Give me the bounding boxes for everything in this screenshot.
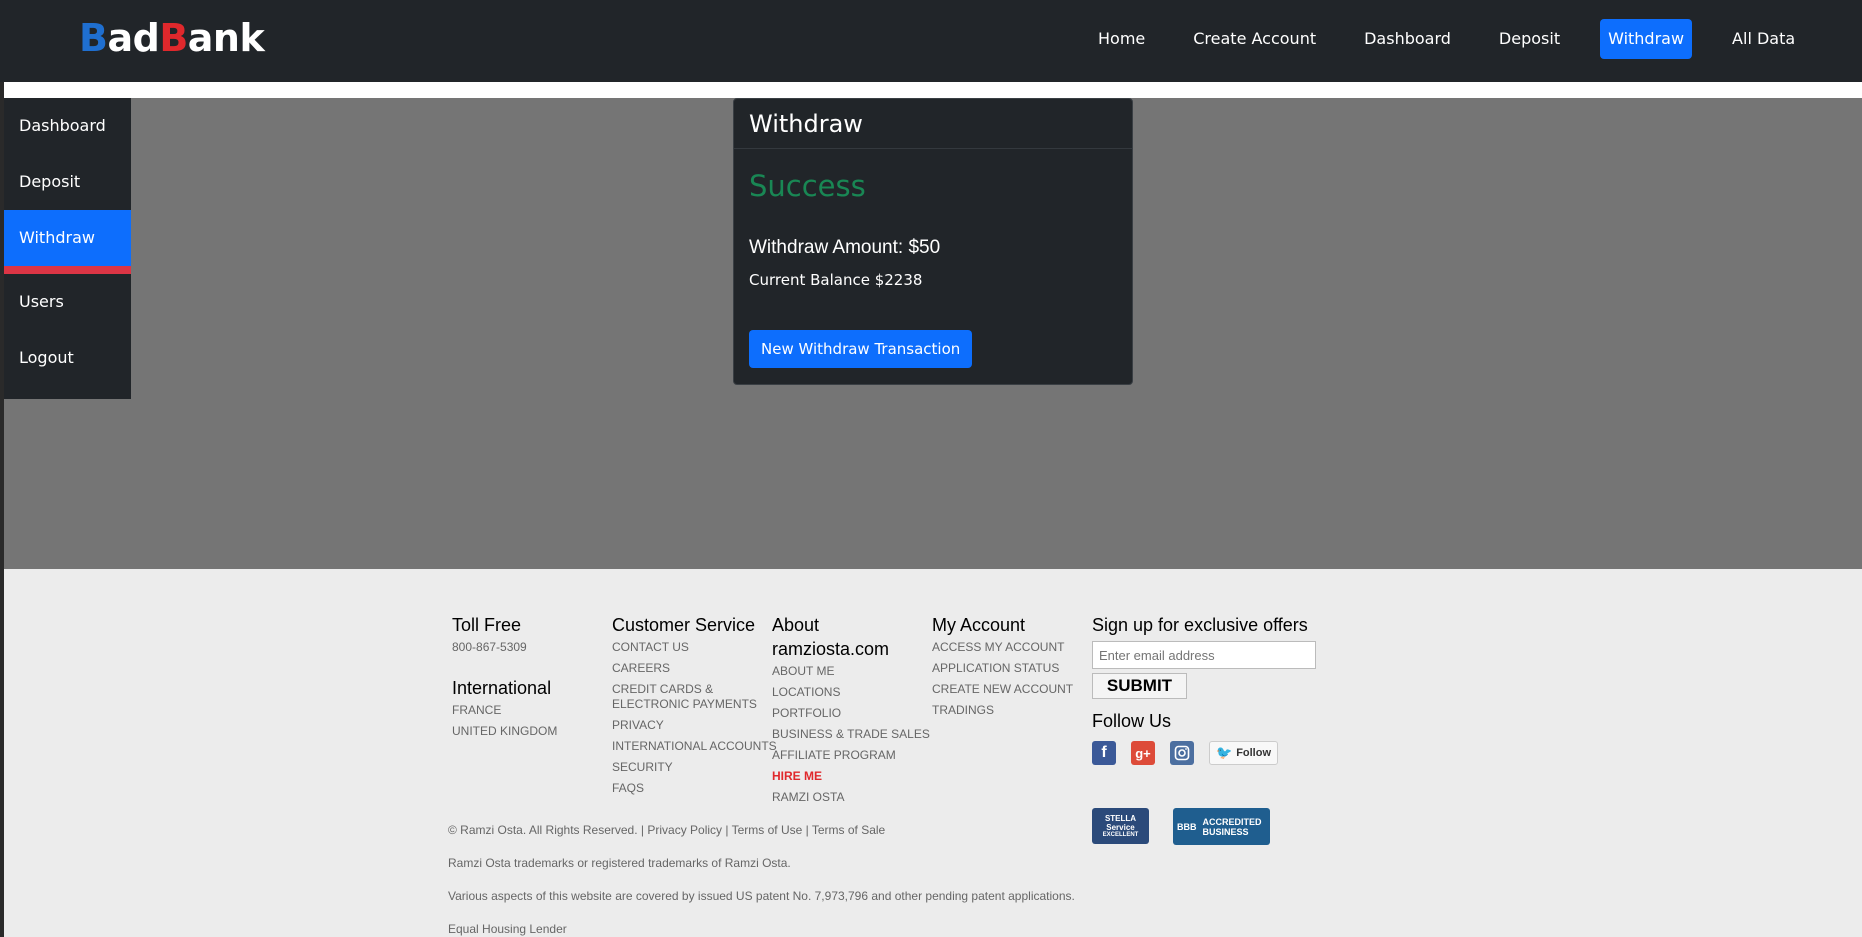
card-title: Withdraw — [734, 99, 1132, 149]
equal-housing-text: Equal Housing Lender — [448, 922, 567, 936]
link-application-status[interactable]: APPLICATION STATUS — [932, 658, 1073, 679]
footer-col-toll-free: Toll Free 800-867-5309 International FRA… — [452, 613, 557, 742]
submit-button[interactable]: SUBMIT — [1092, 673, 1187, 699]
footer-col-customer-service: Customer Service CONTACT US CAREERS CRED… — [612, 613, 777, 799]
sidebar-item-logout[interactable]: Logout — [4, 330, 131, 386]
nav-links: Home Create Account Dashboard Deposit Wi… — [1090, 19, 1835, 59]
footer-col-my-account: My Account ACCESS MY ACCOUNT APPLICATION… — [932, 613, 1073, 721]
customer-service-heading: Customer Service — [612, 615, 756, 635]
social-links: f g+ 🐦 Follow — [1092, 741, 1316, 765]
link-international-accounts[interactable]: INTERNATIONAL ACCOUNTS — [612, 736, 777, 757]
new-withdraw-button[interactable]: New Withdraw Transaction — [749, 330, 973, 368]
twitter-icon: 🐦 — [1216, 745, 1233, 760]
footer-col-signup: Sign up for exclusive offers SUBMIT Foll… — [1092, 613, 1316, 765]
trademark-text: Ramzi Osta trademarks or registered trad… — [448, 856, 791, 870]
status-message: Success — [749, 169, 866, 203]
google-plus-icon[interactable]: g+ — [1131, 741, 1155, 765]
bbb-logo: BBB — [1177, 821, 1197, 832]
link-affiliate-program[interactable]: AFFILIATE PROGRAM — [772, 745, 930, 766]
link-tradings[interactable]: TRADINGS — [932, 700, 1073, 721]
withdraw-amount: Withdraw Amount: $50 — [749, 237, 941, 258]
nav-home[interactable]: Home — [1090, 19, 1153, 59]
copyright-text: © Ramzi Osta. All Rights Reserved. | Pri… — [448, 823, 886, 837]
link-locations[interactable]: LOCATIONS — [772, 682, 930, 703]
link-credit-cards[interactable]: CREDIT CARDS & — [612, 679, 777, 697]
link-about-me[interactable]: ABOUT ME — [772, 661, 930, 682]
link-electronic-payments[interactable]: ELECTRONIC PAYMENTS — [612, 697, 777, 715]
link-access-my-account[interactable]: ACCESS MY ACCOUNT — [932, 637, 1073, 658]
link-business-trade-sales[interactable]: BUSINESS & TRADE SALES — [772, 724, 930, 745]
sidebar-item-deposit[interactable]: Deposit — [4, 154, 131, 210]
nav-deposit[interactable]: Deposit — [1491, 19, 1568, 59]
follow-us-heading: Follow Us — [1092, 711, 1172, 731]
patent-text: Various aspects of this website are cove… — [448, 889, 1075, 903]
link-united-kingdom[interactable]: UNITED KINGDOM — [452, 721, 557, 742]
current-balance: Current Balance $2238 — [749, 271, 923, 289]
about-heading-line2: ramziosta.com — [772, 639, 890, 659]
nav-withdraw[interactable]: Withdraw — [1600, 19, 1693, 59]
active-indicator — [4, 266, 131, 274]
bbb-accredited-badge[interactable]: BBB ACCREDITED BUSINESS — [1173, 808, 1270, 845]
link-france[interactable]: FRANCE — [452, 700, 557, 721]
nav-dashboard[interactable]: Dashboard — [1356, 19, 1459, 59]
link-privacy[interactable]: PRIVACY — [612, 715, 777, 736]
withdraw-card: Withdraw Success Withdraw Amount: $50 Cu… — [733, 98, 1133, 385]
twitter-follow-button[interactable]: 🐦 Follow — [1209, 741, 1279, 765]
link-hire-me[interactable]: HIRE ME — [772, 766, 930, 787]
header-divider — [4, 82, 1862, 98]
facebook-icon[interactable]: f — [1092, 741, 1116, 765]
international-heading: International — [452, 678, 552, 698]
sidebar-item-users[interactable]: Users — [4, 274, 131, 330]
link-portfolio[interactable]: PORTFOLIO — [772, 703, 930, 724]
toll-free-heading: Toll Free — [452, 615, 522, 635]
link-contact-us[interactable]: CONTACT US — [612, 637, 777, 658]
nav-create-account[interactable]: Create Account — [1185, 19, 1324, 59]
link-security[interactable]: SECURITY — [612, 757, 777, 778]
brand-logo[interactable]: BadBank — [79, 16, 265, 60]
card-body: Success Withdraw Amount: $50 Current Bal… — [734, 169, 1132, 368]
nav-all-data[interactable]: All Data — [1724, 19, 1803, 59]
email-field[interactable] — [1092, 641, 1316, 669]
link-careers[interactable]: CAREERS — [612, 658, 777, 679]
top-navbar: BadBank Home Create Account Dashboard De… — [0, 0, 1862, 82]
link-create-new-account[interactable]: CREATE NEW ACCOUNT — [932, 679, 1073, 700]
about-heading-line1: About — [772, 615, 820, 635]
link-faqs[interactable]: FAQS — [612, 778, 777, 799]
signup-heading: Sign up for exclusive offers — [1092, 615, 1308, 635]
footer-col-about: About ramziosta.com ABOUT ME LOCATIONS P… — [772, 613, 930, 808]
link-ramzi-osta[interactable]: RAMZI OSTA — [772, 787, 930, 808]
my-account-heading: My Account — [932, 615, 1026, 635]
sidebar: Dashboard Deposit Withdraw Users Logout — [4, 98, 131, 399]
instagram-icon[interactable] — [1170, 741, 1194, 765]
sidebar-item-dashboard[interactable]: Dashboard — [4, 98, 131, 154]
sidebar-item-withdraw[interactable]: Withdraw — [4, 210, 131, 266]
toll-free-phone[interactable]: 800-867-5309 — [452, 637, 557, 658]
stella-service-badge[interactable]: STELLA Service EXCELLENT — [1092, 808, 1149, 844]
